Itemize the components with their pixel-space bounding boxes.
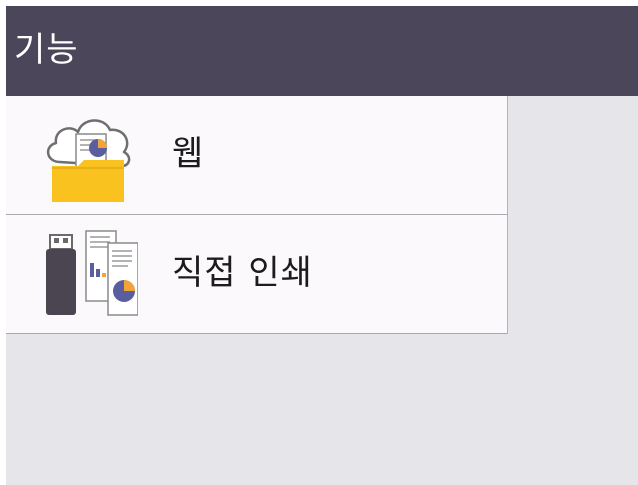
menu-item-label: 웹	[172, 134, 205, 174]
menu-item-web[interactable]: 웹	[6, 96, 508, 215]
menu-item-direct-print[interactable]: 직접 인쇄	[6, 215, 508, 334]
function-menu-list: 웹 직접 인쇄	[6, 96, 508, 334]
page-title: 기능	[14, 30, 79, 70]
lcd-screen: 기능 웹 직접 인쇄	[6, 6, 638, 485]
header-bar: 기능	[6, 6, 638, 96]
menu-item-label: 직접 인쇄	[172, 253, 313, 293]
cloud-folder-icon	[38, 110, 138, 202]
usb-documents-icon	[38, 229, 139, 321]
